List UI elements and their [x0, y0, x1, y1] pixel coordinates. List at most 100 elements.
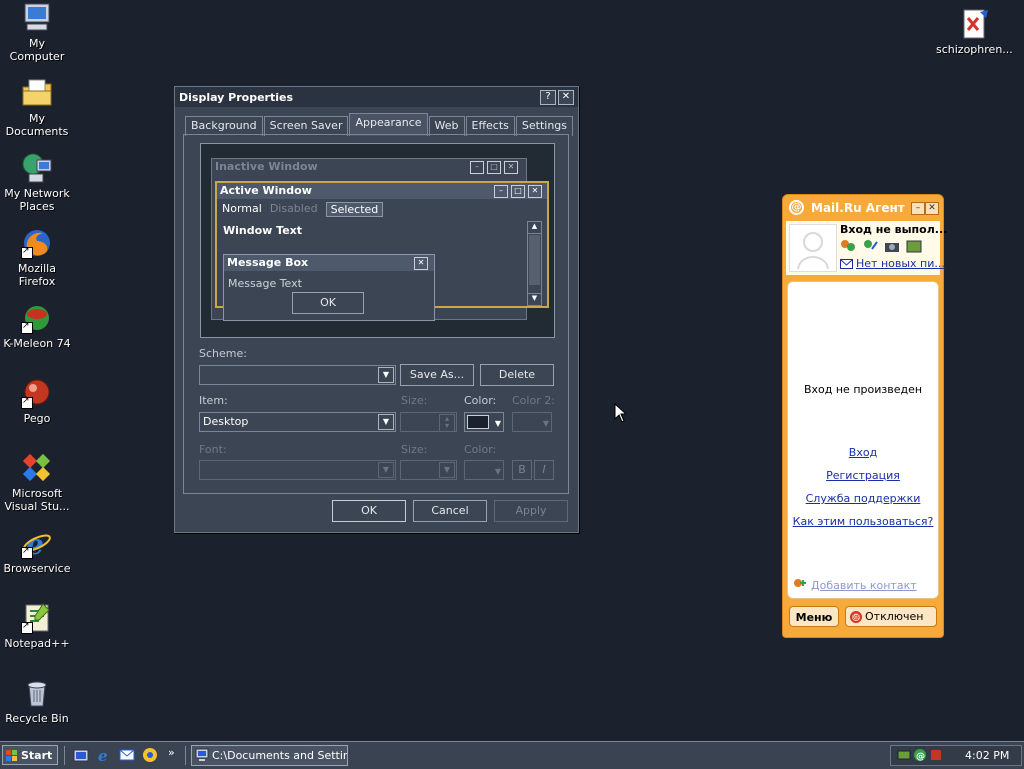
item-color-picker[interactable]: ▼: [464, 412, 504, 432]
chevron-down-icon: ▼: [378, 462, 394, 478]
scroll-up-icon: ▲: [528, 222, 541, 234]
window-title: Display Properties: [179, 90, 294, 104]
add-contact-row[interactable]: Добавить контакт: [792, 578, 917, 592]
desktop-icon-label: Browservice: [3, 562, 71, 575]
pego-icon: [21, 377, 53, 409]
desktop-icon-firefox[interactable]: Mozilla Firefox: [0, 227, 74, 288]
mailru-at-icon: @: [789, 200, 804, 215]
scheme-label: Scheme:: [199, 347, 247, 360]
internet-explorer-icon[interactable]: e: [96, 747, 112, 763]
security-tray-icon[interactable]: [929, 748, 943, 762]
tab-settings[interactable]: Settings: [515, 116, 574, 136]
not-logged-in-text: Вход не произведен: [803, 383, 923, 396]
item-color2-picker: ▼: [512, 412, 552, 432]
taskbar-task-explorer[interactable]: C:\Documents and Settin...: [191, 745, 348, 766]
my-documents-icon: [21, 77, 53, 109]
quicklaunch-more-icon[interactable]: »: [168, 746, 175, 759]
network-tray-icon[interactable]: [897, 748, 911, 762]
ok-button[interactable]: OK: [332, 500, 406, 522]
mailru-tray-icon[interactable]: @: [913, 748, 927, 762]
minimize-button[interactable]: –: [911, 202, 925, 215]
add-contact-link[interactable]: Добавить контакт: [811, 579, 917, 592]
help-button[interactable]: ?: [540, 90, 556, 105]
cancel-button[interactable]: Cancel: [413, 500, 487, 522]
desktop-icon-pego[interactable]: Pego: [0, 377, 74, 425]
close-icon: ✕: [504, 161, 518, 174]
network-places-icon: [21, 152, 53, 184]
font-dropdown: ▼: [199, 460, 396, 480]
tab-web[interactable]: Web: [428, 116, 465, 136]
item-dropdown[interactable]: Desktop ▼: [199, 412, 396, 432]
desktop-icon-label: Notepad++: [4, 637, 70, 650]
support-link[interactable]: Служба поддержки: [788, 492, 938, 505]
mail-status[interactable]: Нет новых пи...: [840, 257, 945, 270]
how-to-use-link[interactable]: Как этим пользоваться?: [788, 515, 938, 528]
add-user-icon[interactable]: [862, 239, 878, 253]
register-link[interactable]: Регистрация: [788, 469, 938, 482]
save-as-button[interactable]: Save As...: [400, 364, 474, 386]
scheme-dropdown[interactable]: ▼: [199, 365, 396, 385]
display-properties-window: Display Properties ? ✕ Background Screen…: [174, 86, 579, 533]
desktop-icon-my-computer[interactable]: My Computer: [0, 2, 74, 63]
start-button[interactable]: Start: [2, 745, 58, 765]
desktop-icon-notepad-plus-plus[interactable]: Notepad++: [0, 602, 74, 650]
item-size-label: Size:: [401, 394, 428, 407]
font-label: Font:: [199, 443, 227, 456]
show-desktop-icon[interactable]: [73, 747, 89, 763]
display-properties-icon: [195, 748, 209, 761]
document-file-icon: [958, 8, 990, 40]
desktop-icon-my-documents[interactable]: My Documents: [0, 77, 74, 138]
desktop-icon-label: Pego: [23, 412, 51, 425]
menu-button[interactable]: Меню: [789, 606, 839, 627]
item-label: Item:: [199, 394, 228, 407]
desktop-icon-label: Recycle Bin: [5, 712, 69, 725]
tab-appearance[interactable]: Appearance: [349, 113, 428, 136]
item-color2-label: Color 2:: [512, 394, 555, 407]
desktop-icon-k-meleon[interactable]: K-Meleon 74: [0, 302, 74, 350]
shortcut-arrow-icon: [21, 620, 33, 634]
login-link[interactable]: Вход: [788, 446, 938, 459]
desktop-icon-recycle-bin[interactable]: Recycle Bin: [0, 677, 74, 725]
preview-menu-bar: Normal Disabled Selected: [222, 202, 384, 217]
offline-status-icon: @: [850, 610, 862, 623]
mailru-title: Mail.Ru Агент: [811, 201, 905, 215]
appearance-preview[interactable]: Inactive Window – □ ✕ Active Window – □ …: [200, 143, 555, 338]
tab-background[interactable]: Background: [185, 116, 263, 136]
desktop-icon-visual-studio[interactable]: Microsoft Visual Stu...: [0, 452, 74, 513]
item-color-label: Color:: [464, 394, 497, 407]
desktop-icon-label: schizophren...: [936, 43, 1013, 56]
start-label: Start: [21, 749, 53, 762]
contacts-icon[interactable]: [840, 239, 856, 253]
clock[interactable]: 4:02 PM: [965, 749, 1009, 762]
desktop-icon-schizophren[interactable]: schizophren...: [936, 8, 1013, 56]
outlook-express-icon[interactable]: [119, 747, 135, 763]
system-tray: @ 4:02 PM: [890, 745, 1022, 766]
no-new-mail-link[interactable]: Нет новых пи...: [856, 257, 945, 270]
close-button[interactable]: ✕: [558, 90, 574, 105]
close-icon: ✕: [414, 257, 428, 270]
avatar[interactable]: [789, 224, 837, 272]
close-button[interactable]: ✕: [925, 202, 939, 215]
window-title-bar[interactable]: Display Properties: [175, 87, 578, 107]
tab-effects[interactable]: Effects: [465, 116, 515, 136]
message-box-preview: Message Box ✕ Message Text OK: [223, 254, 435, 321]
spinner-icon: ▴ ▾: [439, 414, 455, 432]
internet-explorer-icon: e: [21, 527, 53, 561]
tab-screen-saver[interactable]: Screen Saver: [263, 116, 349, 136]
color-swatch: [467, 415, 489, 429]
chevron-down-icon: ▼: [439, 462, 455, 478]
desktop-icon-browservice[interactable]: e Browservice: [0, 527, 74, 575]
photo-icon[interactable]: [906, 239, 922, 253]
status-button[interactable]: @ Отключен: [845, 606, 937, 627]
desktop-icon-network-places[interactable]: My Network Places: [0, 152, 74, 213]
font-color-picker: ▼: [464, 460, 504, 480]
windows-media-icon[interactable]: [142, 747, 158, 763]
camera-icon[interactable]: [884, 239, 900, 253]
shortcut-arrow-icon: [21, 395, 33, 409]
delete-button[interactable]: Delete: [480, 364, 554, 386]
scroll-thumb: [529, 235, 540, 285]
font-size-label: Size:: [401, 443, 428, 456]
tab-strip: Background Screen Saver Appearance Web E…: [185, 113, 574, 136]
k-meleon-icon: [21, 302, 53, 334]
svg-text:e: e: [98, 747, 108, 763]
